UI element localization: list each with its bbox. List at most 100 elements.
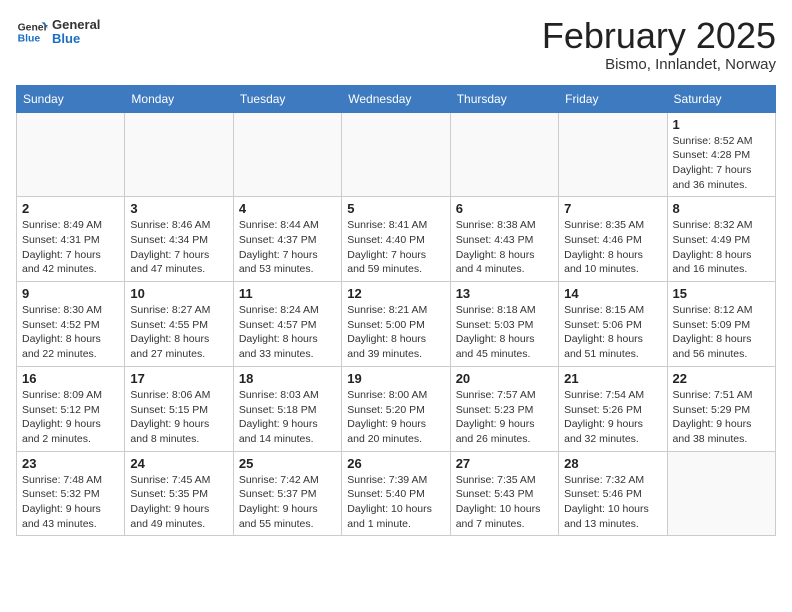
day-number: 9 (22, 286, 119, 301)
day-info: Sunrise: 8:18 AM Sunset: 5:03 PM Dayligh… (456, 303, 553, 362)
day-info: Sunrise: 7:45 AM Sunset: 5:35 PM Dayligh… (130, 473, 227, 532)
day-number: 7 (564, 201, 661, 216)
weekday-header-sunday: Sunday (17, 85, 125, 112)
day-number: 26 (347, 456, 444, 471)
day-info: Sunrise: 8:00 AM Sunset: 5:20 PM Dayligh… (347, 388, 444, 447)
day-info: Sunrise: 7:39 AM Sunset: 5:40 PM Dayligh… (347, 473, 444, 532)
day-info: Sunrise: 8:35 AM Sunset: 4:46 PM Dayligh… (564, 218, 661, 277)
day-number: 4 (239, 201, 336, 216)
week-row-5: 23 Sunrise: 7:48 AM Sunset: 5:32 PM Dayli… (17, 451, 776, 536)
day-info: Sunrise: 8:38 AM Sunset: 4:43 PM Dayligh… (456, 218, 553, 277)
calendar-cell: 15 Sunrise: 8:12 AM Sunset: 5:09 PM Dayli… (667, 282, 775, 367)
day-info: Sunrise: 8:27 AM Sunset: 4:55 PM Dayligh… (130, 303, 227, 362)
day-number: 25 (239, 456, 336, 471)
day-number: 18 (239, 371, 336, 386)
weekday-header-tuesday: Tuesday (233, 85, 341, 112)
day-number: 3 (130, 201, 227, 216)
calendar-cell (450, 112, 558, 197)
weekday-header-wednesday: Wednesday (342, 85, 450, 112)
day-info: Sunrise: 7:48 AM Sunset: 5:32 PM Dayligh… (22, 473, 119, 532)
calendar-cell: 12 Sunrise: 8:21 AM Sunset: 5:00 PM Dayli… (342, 282, 450, 367)
page-header: General Blue General Blue February 2025 … (16, 16, 776, 73)
calendar-cell: 19 Sunrise: 8:00 AM Sunset: 5:20 PM Dayli… (342, 366, 450, 451)
day-number: 22 (673, 371, 770, 386)
calendar-cell (233, 112, 341, 197)
calendar-cell: 28 Sunrise: 7:32 AM Sunset: 5:46 PM Dayli… (559, 451, 667, 536)
calendar-cell: 11 Sunrise: 8:24 AM Sunset: 4:57 PM Dayli… (233, 282, 341, 367)
day-info: Sunrise: 8:24 AM Sunset: 4:57 PM Dayligh… (239, 303, 336, 362)
calendar-cell: 1 Sunrise: 8:52 AM Sunset: 4:28 PM Daylig… (667, 112, 775, 197)
calendar-cell: 23 Sunrise: 7:48 AM Sunset: 5:32 PM Dayli… (17, 451, 125, 536)
week-row-3: 9Sunrise: 8:30 AM Sunset: 4:52 PM Daylig… (17, 282, 776, 367)
day-number: 28 (564, 456, 661, 471)
calendar-cell: 4 Sunrise: 8:44 AM Sunset: 4:37 PM Daylig… (233, 197, 341, 282)
day-info: Sunrise: 8:49 AM Sunset: 4:31 PM Dayligh… (22, 218, 119, 277)
calendar-table: SundayMondayTuesdayWednesdayThursdayFrid… (16, 85, 776, 537)
day-number: 21 (564, 371, 661, 386)
day-info: Sunrise: 8:44 AM Sunset: 4:37 PM Dayligh… (239, 218, 336, 277)
calendar-cell: 27 Sunrise: 7:35 AM Sunset: 5:43 PM Dayli… (450, 451, 558, 536)
day-number: 19 (347, 371, 444, 386)
day-info: Sunrise: 7:54 AM Sunset: 5:26 PM Dayligh… (564, 388, 661, 447)
calendar-cell: 14Sunrise: 8:15 AM Sunset: 5:06 PM Dayli… (559, 282, 667, 367)
weekday-header-saturday: Saturday (667, 85, 775, 112)
calendar-header-row: SundayMondayTuesdayWednesdayThursdayFrid… (17, 85, 776, 112)
logo-blue-text: Blue (52, 32, 100, 46)
weekday-header-monday: Monday (125, 85, 233, 112)
day-info: Sunrise: 7:42 AM Sunset: 5:37 PM Dayligh… (239, 473, 336, 532)
location-subtitle: Bismo, Innlandet, Norway (542, 56, 776, 73)
week-row-1: 1 Sunrise: 8:52 AM Sunset: 4:28 PM Daylig… (17, 112, 776, 197)
day-number: 8 (673, 201, 770, 216)
calendar-cell (667, 451, 775, 536)
day-info: Sunrise: 7:35 AM Sunset: 5:43 PM Dayligh… (456, 473, 553, 532)
calendar-cell: 8 Sunrise: 8:32 AM Sunset: 4:49 PM Daylig… (667, 197, 775, 282)
week-row-2: 2 Sunrise: 8:49 AM Sunset: 4:31 PM Daylig… (17, 197, 776, 282)
day-number: 13 (456, 286, 553, 301)
day-number: 1 (673, 117, 770, 132)
day-info: Sunrise: 8:03 AM Sunset: 5:18 PM Dayligh… (239, 388, 336, 447)
logo-icon: General Blue (16, 16, 48, 48)
day-info: Sunrise: 8:12 AM Sunset: 5:09 PM Dayligh… (673, 303, 770, 362)
day-number: 12 (347, 286, 444, 301)
day-info: Sunrise: 8:46 AM Sunset: 4:34 PM Dayligh… (130, 218, 227, 277)
day-number: 24 (130, 456, 227, 471)
day-number: 5 (347, 201, 444, 216)
logo-general-text: General (52, 18, 100, 32)
weekday-header-thursday: Thursday (450, 85, 558, 112)
day-number: 15 (673, 286, 770, 301)
calendar-cell: 3 Sunrise: 8:46 AM Sunset: 4:34 PM Daylig… (125, 197, 233, 282)
calendar-cell: 21 Sunrise: 7:54 AM Sunset: 5:26 PM Dayli… (559, 366, 667, 451)
calendar-cell: 26 Sunrise: 7:39 AM Sunset: 5:40 PM Dayli… (342, 451, 450, 536)
day-info: Sunrise: 7:57 AM Sunset: 5:23 PM Dayligh… (456, 388, 553, 447)
calendar-cell (125, 112, 233, 197)
calendar-cell (559, 112, 667, 197)
title-area: February 2025 Bismo, Innlandet, Norway (542, 16, 776, 73)
calendar-cell (17, 112, 125, 197)
calendar-cell: 18 Sunrise: 8:03 AM Sunset: 5:18 PM Dayli… (233, 366, 341, 451)
day-info: Sunrise: 7:51 AM Sunset: 5:29 PM Dayligh… (673, 388, 770, 447)
day-info: Sunrise: 8:52 AM Sunset: 4:28 PM Dayligh… (673, 134, 770, 193)
month-title: February 2025 (542, 16, 776, 56)
day-number: 14 (564, 286, 661, 301)
calendar-cell: 6 Sunrise: 8:38 AM Sunset: 4:43 PM Daylig… (450, 197, 558, 282)
calendar-cell: 7 Sunrise: 8:35 AM Sunset: 4:46 PM Daylig… (559, 197, 667, 282)
day-number: 17 (130, 371, 227, 386)
day-number: 2 (22, 201, 119, 216)
week-row-4: 16Sunrise: 8:09 AM Sunset: 5:12 PM Dayli… (17, 366, 776, 451)
weekday-header-friday: Friday (559, 85, 667, 112)
day-info: Sunrise: 7:32 AM Sunset: 5:46 PM Dayligh… (564, 473, 661, 532)
day-number: 27 (456, 456, 553, 471)
day-number: 11 (239, 286, 336, 301)
day-info: Sunrise: 8:21 AM Sunset: 5:00 PM Dayligh… (347, 303, 444, 362)
day-info: Sunrise: 8:32 AM Sunset: 4:49 PM Dayligh… (673, 218, 770, 277)
day-info: Sunrise: 8:41 AM Sunset: 4:40 PM Dayligh… (347, 218, 444, 277)
day-number: 20 (456, 371, 553, 386)
calendar-cell (342, 112, 450, 197)
day-number: 23 (22, 456, 119, 471)
day-number: 16 (22, 371, 119, 386)
day-number: 6 (456, 201, 553, 216)
calendar-cell: 9Sunrise: 8:30 AM Sunset: 4:52 PM Daylig… (17, 282, 125, 367)
day-info: Sunrise: 8:06 AM Sunset: 5:15 PM Dayligh… (130, 388, 227, 447)
day-number: 10 (130, 286, 227, 301)
calendar-cell: 2 Sunrise: 8:49 AM Sunset: 4:31 PM Daylig… (17, 197, 125, 282)
